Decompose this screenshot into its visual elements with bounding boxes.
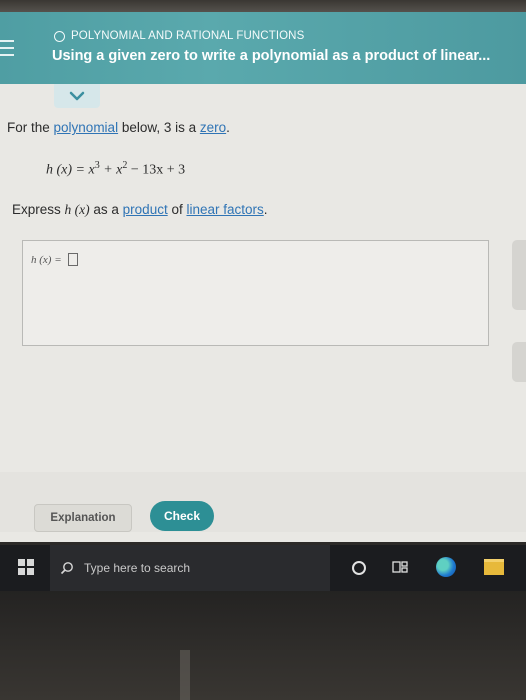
menu-icon[interactable] xyxy=(0,40,14,60)
polynomial-link[interactable]: polynomial xyxy=(54,120,119,135)
answer-label: h (x) = xyxy=(31,253,62,266)
topic-row: POLYNOMIAL AND RATIONAL FUNCTIONS xyxy=(54,30,304,42)
problem-instruction: Express h (x) as a product of linear fac… xyxy=(12,202,268,218)
polynomial-equation: h (x) = x3 + x2 − 13x + 3 xyxy=(46,160,185,179)
answer-input[interactable] xyxy=(67,253,78,266)
instruction-of: of xyxy=(167,202,187,217)
page-title: Using a given zero to write a polynomial… xyxy=(52,48,491,64)
action-bar: Explanation Check xyxy=(0,472,526,532)
monitor-bottom-bezel xyxy=(0,591,526,700)
problem-intro: For the polynomial below, 3 is a zero. xyxy=(7,120,230,135)
zero-link[interactable]: zero xyxy=(200,120,226,135)
topic-label: POLYNOMIAL AND RATIONAL FUNCTIONS xyxy=(71,30,305,42)
side-panel-tab[interactable] xyxy=(512,240,526,310)
answer-row: h (x) = xyxy=(31,253,78,266)
instruction-text-middle: as a xyxy=(89,202,123,217)
taskbar-search[interactable]: Type here to search xyxy=(50,545,330,591)
windows-taskbar: Type here to search xyxy=(0,545,526,591)
equation-lhs: h (x) = x xyxy=(46,162,95,178)
monitor-top-bezel xyxy=(0,0,526,12)
browser-screen: POLYNOMIAL AND RATIONAL FUNCTIONS Using … xyxy=(0,12,526,542)
explanation-button[interactable]: Explanation xyxy=(34,504,132,532)
equation-rest: − 13x + 3 xyxy=(127,162,186,178)
intro-text-middle: below, 3 is a xyxy=(118,120,200,135)
check-button[interactable]: Check xyxy=(150,501,214,531)
collapse-toggle[interactable] xyxy=(54,84,100,108)
search-icon xyxy=(60,562,73,575)
intro-text: For the xyxy=(7,120,54,135)
side-panel-tab-lower[interactable] xyxy=(512,342,526,382)
edge-icon[interactable] xyxy=(436,557,456,577)
product-link[interactable]: product xyxy=(123,202,168,217)
file-explorer-icon[interactable] xyxy=(484,559,504,575)
answer-box[interactable]: h (x) = xyxy=(22,240,489,346)
instruction-function: h (x) xyxy=(64,202,90,217)
linear-factors-link[interactable]: linear factors xyxy=(186,202,263,217)
windows-start-icon[interactable] xyxy=(18,559,34,575)
circle-icon xyxy=(54,30,65,42)
chevron-down-icon xyxy=(69,91,85,101)
equation-mid: + x xyxy=(99,162,123,178)
bezel-reflection xyxy=(180,650,190,700)
assignment-header: POLYNOMIAL AND RATIONAL FUNCTIONS Using … xyxy=(0,12,526,84)
search-placeholder: Type here to search xyxy=(84,561,191,575)
cortana-icon[interactable] xyxy=(352,561,366,575)
task-view-icon[interactable] xyxy=(392,559,408,575)
instruction-period: . xyxy=(263,202,268,217)
instruction-text: Express xyxy=(12,202,65,217)
intro-period: . xyxy=(226,120,230,135)
